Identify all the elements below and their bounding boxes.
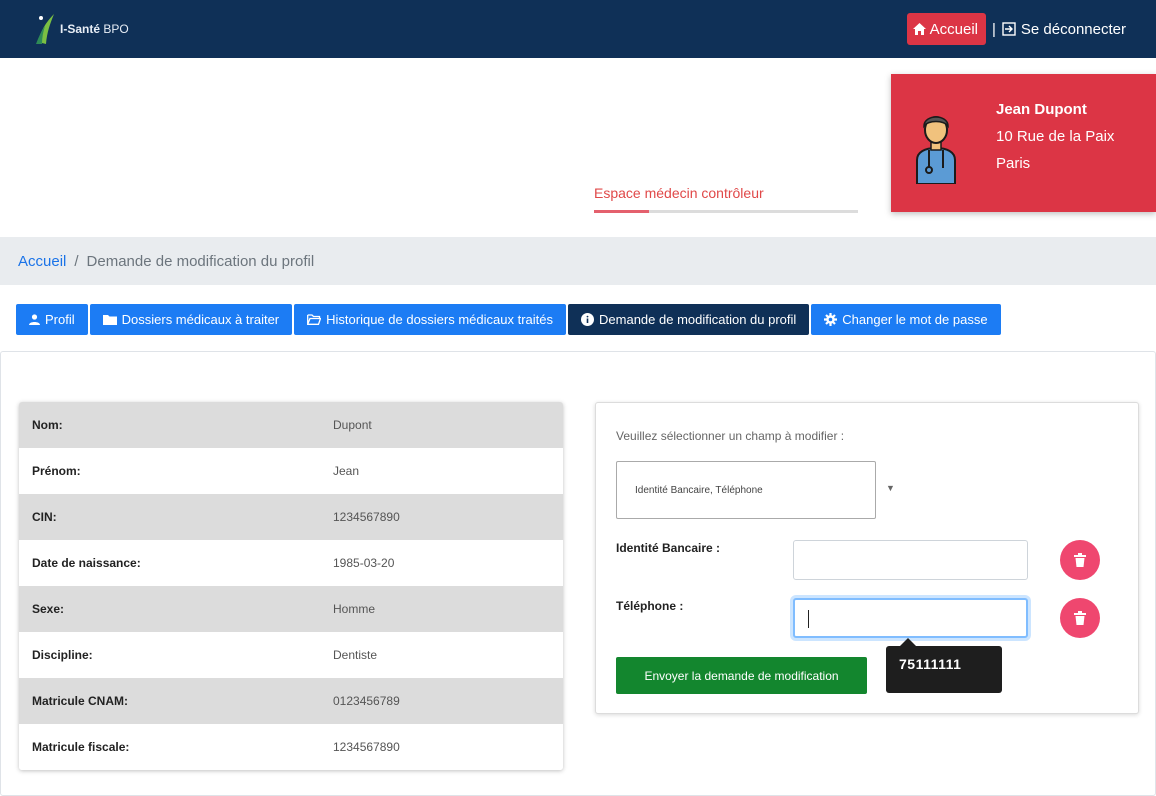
sign-out-icon — [1002, 22, 1016, 36]
tab-demande-modification[interactable]: Demande de modification du profil — [568, 304, 810, 335]
logout-link[interactable]: Se déconnecter — [1002, 21, 1126, 38]
row-label: Matricule fiscale: — [32, 740, 130, 754]
delete-bank-identity-button[interactable] — [1060, 540, 1100, 580]
logout-label: Se déconnecter — [1020, 20, 1126, 38]
row-label: Date de naissance: — [32, 556, 141, 570]
space-title: Espace médecin contrôleur — [594, 185, 764, 201]
row-label: Discipline: — [32, 648, 93, 662]
table-row: Discipline: Dentiste — [19, 632, 563, 678]
home-button-label: Accueil — [929, 20, 979, 38]
breadcrumb-current: Demande de modification du profil — [86, 252, 315, 270]
telephone-input[interactable] — [793, 598, 1028, 638]
brand-suffix: BPO — [103, 22, 129, 36]
row-value: Dupont — [333, 418, 372, 432]
form-prompt: Veuillez sélectionner un champ à modifie… — [616, 429, 845, 443]
brand-logo-icon — [36, 14, 54, 44]
table-row: Date de naissance: 1985-03-20 — [19, 540, 563, 586]
table-row: Nom: Dupont — [19, 402, 563, 448]
row-value: Homme — [333, 602, 376, 616]
table-row: Sexe: Homme — [19, 586, 563, 632]
breadcrumb-home-link[interactable]: Accueil — [18, 253, 66, 270]
row-label: Prénom: — [32, 464, 81, 478]
profile-address: 10 Rue de la Paix — [996, 128, 1115, 145]
table-row: Matricule fiscale: 1234567890 — [19, 724, 563, 770]
profile-tabs: Profil Dossiers médicaux à traiter Histo… — [16, 304, 1001, 335]
tab-historique-label: Historique de dossiers médicaux traités — [326, 312, 554, 327]
row-value: Dentiste — [333, 648, 378, 662]
info-circle-icon — [581, 313, 595, 326]
row-value: Jean — [333, 464, 360, 478]
row-label: Matricule CNAM: — [32, 694, 129, 708]
trash-icon — [1074, 611, 1086, 625]
home-icon — [912, 23, 926, 35]
field-multiselect[interactable]: Identité Bancaire, Téléphone — [616, 461, 876, 519]
header-actions: Accueil | Se déconnecter — [906, 13, 1126, 45]
row-value: 1985-03-20 — [333, 556, 395, 570]
text-caret — [808, 610, 809, 628]
bank-identity-label: Identité Bancaire : — [616, 541, 721, 555]
table-row: Matricule CNAM: 0123456789 — [19, 678, 563, 724]
tab-historique[interactable]: Historique de dossiers médicaux traités — [294, 304, 567, 335]
brand-name: I-Santé BPO — [60, 22, 129, 36]
tab-password-label: Changer le mot de passe — [842, 312, 988, 327]
tab-changer-mot-de-passe[interactable]: Changer le mot de passe — [811, 304, 1001, 335]
brand-title: I-Santé — [60, 22, 101, 36]
submit-request-button[interactable]: Envoyer la demande de modification — [616, 657, 867, 694]
breadcrumb: Accueil / Demande de modification du pro… — [0, 237, 1156, 285]
gear-icon — [824, 313, 838, 326]
row-value: 0123456789 — [333, 694, 400, 708]
chevron-down-icon[interactable]: ▼ — [886, 483, 895, 493]
user-icon — [29, 314, 40, 325]
table-row: CIN: 1234567890 — [19, 494, 563, 540]
space-underline — [594, 210, 858, 213]
tab-dossiers-label: Dossiers médicaux à traiter — [121, 312, 280, 327]
profile-card: Jean Dupont 10 Rue de la Paix Paris — [891, 74, 1156, 212]
modification-form: Veuillez sélectionner un champ à modifie… — [595, 402, 1139, 714]
profile-info: Jean Dupont 10 Rue de la Paix Paris — [996, 96, 1114, 177]
row-label: Sexe: — [32, 602, 65, 616]
trash-icon — [1074, 553, 1086, 567]
folder-open-icon — [307, 314, 322, 325]
telephone-label: Téléphone : — [616, 599, 684, 613]
tab-profil[interactable]: Profil — [16, 304, 88, 335]
home-button[interactable]: Accueil — [906, 13, 987, 45]
autofill-suggestion-tooltip[interactable]: 75111111 — [886, 638, 1002, 693]
tab-profil-label: Profil — [45, 312, 75, 327]
brand[interactable]: I-Santé BPO — [34, 12, 129, 46]
row-label: CIN: — [32, 510, 57, 524]
row-value: 1234567890 — [333, 740, 400, 754]
table-row: Prénom: Jean — [19, 448, 563, 494]
profile-name: Jean Dupont — [996, 101, 1087, 118]
delete-telephone-button[interactable] — [1060, 598, 1100, 638]
tab-dossiers[interactable]: Dossiers médicaux à traiter — [89, 304, 293, 335]
doctor-avatar-icon — [916, 116, 956, 184]
tab-demande-label: Demande de modification du profil — [599, 312, 797, 327]
profile-city: Paris — [996, 155, 1031, 172]
top-navbar: I-Santé BPO Accueil | Se déconnecter — [0, 0, 1156, 58]
header-separator: | — [992, 20, 996, 38]
folder-icon — [102, 315, 117, 325]
row-value: 1234567890 — [333, 510, 400, 524]
profile-info-table: Nom: Dupont Prénom: Jean CIN: 1234567890 Da… — [19, 402, 563, 770]
bank-identity-input[interactable] — [793, 540, 1028, 580]
space-underline-accent — [594, 210, 649, 213]
row-label: Nom: — [32, 418, 63, 432]
breadcrumb-separator: / — [74, 252, 79, 270]
